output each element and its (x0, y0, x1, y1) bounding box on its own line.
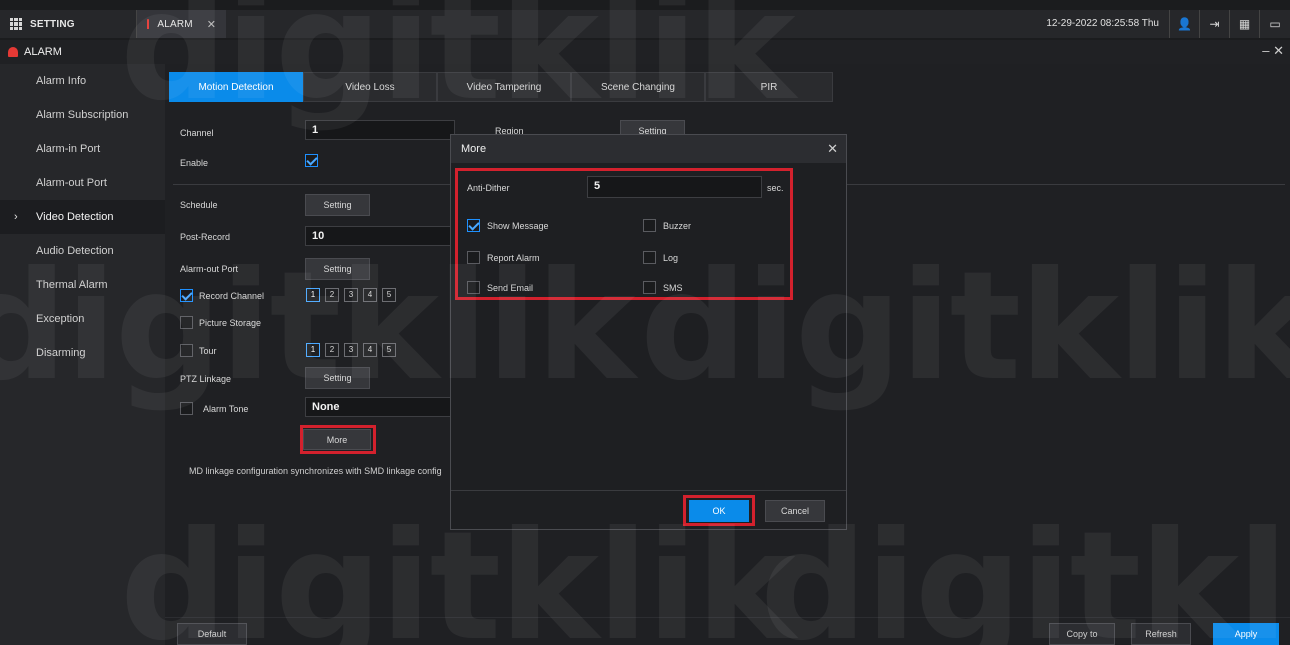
record-channel-1[interactable]: 1 (306, 288, 320, 302)
sidebar-item-alarm-in-port[interactable]: Alarm-in Port (0, 132, 165, 166)
ptz-setting-button[interactable]: Setting (305, 367, 370, 389)
sidebar-item-label: Alarm-in Port (36, 143, 101, 155)
record-channel-5[interactable]: 5 (382, 288, 396, 302)
sidebar-item-disarming[interactable]: Disarming (0, 336, 165, 370)
tab-scene-changing[interactable]: Scene Changing (571, 72, 705, 102)
sidebar-item-label: Thermal Alarm (36, 279, 108, 291)
tour-channel-2[interactable]: 2 (325, 343, 339, 357)
tab-video-tampering[interactable]: Video Tampering (437, 72, 571, 102)
highlight-ok-button (683, 495, 755, 526)
grid-icon (10, 18, 22, 30)
ptz-linkage-label: PTZ Linkage (180, 374, 232, 384)
tab-setting-label: SETTING (30, 18, 75, 30)
datetime: 12-29-2022 08:25:58 Thu (1036, 10, 1170, 38)
tour-checkbox[interactable] (180, 344, 193, 357)
alarm-bell-icon (8, 47, 18, 57)
picture-storage-checkbox[interactable] (180, 316, 193, 329)
post-record-input[interactable]: 10 (305, 226, 455, 246)
sidebar-item-label: Audio Detection (36, 245, 114, 257)
top-bar: SETTING ALARM ✕ 12-29-2022 08:25:58 Thu … (0, 10, 1290, 38)
sidebar-item-alarm-out-port[interactable]: Alarm-out Port (0, 166, 165, 200)
tour-channel-5[interactable]: 5 (382, 343, 396, 357)
user-icon[interactable]: 👤 (1170, 10, 1200, 38)
dialog-title: More (461, 143, 487, 155)
enable-label: Enable (180, 158, 209, 168)
detection-tabs: Motion Detection Video Loss Video Tamper… (169, 72, 833, 102)
cancel-button[interactable]: Cancel (765, 500, 825, 522)
sidebar-item-label: Alarm Subscription (36, 109, 129, 121)
apply-button[interactable]: Apply (1213, 623, 1279, 645)
schedule-label: Schedule (180, 200, 218, 210)
dialog-divider (451, 490, 846, 491)
channel-label: Channel (180, 128, 214, 138)
record-channel-label: Record Channel (199, 291, 265, 301)
sidebar-item-exception[interactable]: Exception (0, 302, 165, 336)
tab-pir[interactable]: PIR (705, 72, 833, 102)
tour-channel-4[interactable]: 4 (363, 343, 377, 357)
tour-channel-3[interactable]: 3 (344, 343, 358, 357)
close-tab-icon[interactable]: ✕ (207, 18, 216, 31)
dialog-header: More ✕ (451, 135, 846, 163)
chevron-right-icon: › (14, 211, 18, 223)
schedule-setting-button[interactable]: Setting (305, 194, 370, 216)
copy-to-button[interactable]: Copy to (1049, 623, 1115, 645)
monitor-icon[interactable]: ▭ (1260, 10, 1290, 38)
refresh-button[interactable]: Refresh (1131, 623, 1191, 645)
sidebar-item-label: Alarm Info (36, 75, 87, 87)
record-channel-checkbox[interactable] (180, 289, 193, 302)
more-dialog: More ✕ Anti-Dither 5 sec. Show Message B… (450, 134, 847, 530)
sidebar-item-video-detection[interactable]: › Video Detection (0, 200, 165, 234)
highlight-options-box (455, 168, 793, 300)
picture-storage-label: Picture Storage (199, 318, 262, 328)
tab-alarm[interactable]: ALARM ✕ (136, 10, 226, 38)
sidebar-item-label: Exception (36, 313, 85, 325)
tab-video-loss[interactable]: Video Loss (303, 72, 437, 102)
tab-motion-detection[interactable]: Motion Detection (169, 72, 303, 102)
sidebar-item-alarm-subscription[interactable]: Alarm Subscription (0, 98, 165, 132)
alarm-out-setting-button[interactable]: Setting (305, 258, 370, 280)
bottom-bar: Default Copy to Refresh Apply (165, 617, 1290, 645)
record-channel-2[interactable]: 2 (325, 288, 339, 302)
sidebar-item-label: Video Detection (36, 211, 114, 223)
enable-checkbox[interactable] (305, 154, 318, 167)
highlight-more-button (300, 425, 376, 454)
page-title: ALARM (24, 46, 62, 58)
tour-channel-1[interactable]: 1 (306, 343, 320, 357)
alarm-tone-select[interactable]: None (305, 397, 455, 417)
sidebar-item-alarm-info[interactable]: Alarm Info (0, 64, 165, 98)
sidebar: Alarm Info Alarm Subscription Alarm-in P… (0, 64, 165, 645)
tour-label: Tour (199, 346, 217, 356)
record-channel-4[interactable]: 4 (363, 288, 377, 302)
post-record-label: Post-Record (180, 232, 231, 242)
alarm-bell-icon (147, 19, 150, 29)
record-channel-3[interactable]: 3 (344, 288, 358, 302)
channel-select[interactable]: 1 (305, 120, 455, 140)
sidebar-item-label: Disarming (36, 347, 86, 359)
linkage-note: MD linkage configuration synchronizes wi… (189, 466, 442, 476)
default-button[interactable]: Default (177, 623, 247, 645)
sidebar-item-audio-detection[interactable]: Audio Detection (0, 234, 165, 268)
minimize-close-icon[interactable]: – ✕ (1262, 43, 1284, 59)
window-title-bar: ALARM – ✕ (0, 40, 1290, 64)
sidebar-item-label: Alarm-out Port (36, 177, 107, 189)
sidebar-item-thermal-alarm[interactable]: Thermal Alarm (0, 268, 165, 302)
alarm-tone-checkbox[interactable] (180, 402, 193, 415)
dialog-close-icon[interactable]: ✕ (827, 141, 838, 157)
menu-grid-icon[interactable]: ▦ (1230, 10, 1260, 38)
alarm-tone-label: Alarm Tone (203, 404, 249, 414)
tab-alarm-label: ALARM (157, 18, 193, 30)
logout-icon[interactable]: ⇥ (1200, 10, 1230, 38)
tab-setting[interactable]: SETTING (0, 10, 136, 38)
alarm-out-port-label: Alarm-out Port (180, 264, 239, 274)
